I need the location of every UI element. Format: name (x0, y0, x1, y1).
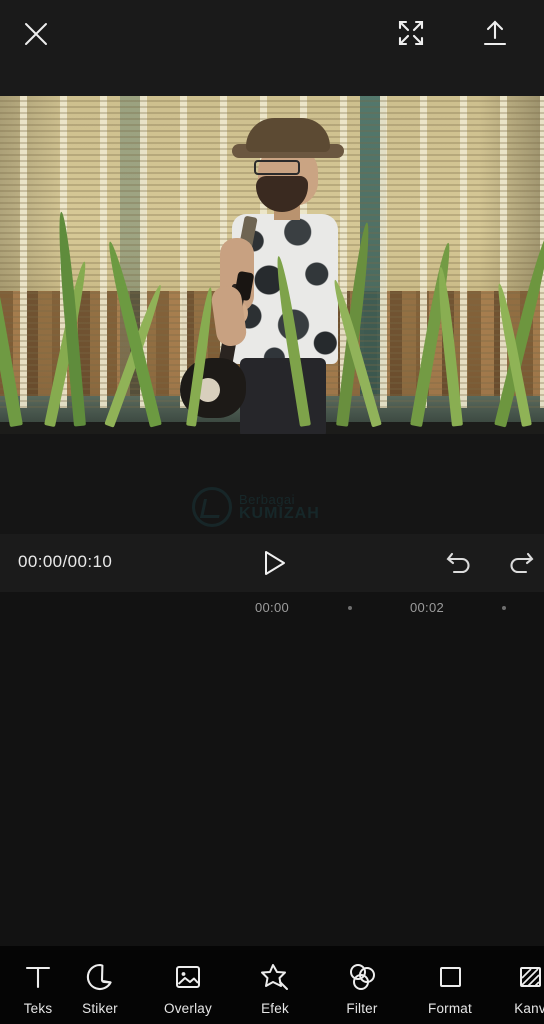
watermark-logo-icon (192, 487, 232, 527)
time-display: 00:00/00:10 (18, 552, 113, 571)
tool-label: Format (428, 1001, 472, 1016)
text-icon (23, 960, 53, 994)
transport-bar: 00:00/00:10 (0, 534, 544, 592)
watermark-line2: KUMIZAH (239, 504, 320, 522)
tool-label: Filter (346, 1001, 378, 1016)
close-icon[interactable] (16, 14, 56, 54)
ruler-tick-0: 00:00 (254, 600, 290, 615)
tool-label: Overlay (164, 1001, 212, 1016)
tool-kanvas[interactable]: Kanv (486, 960, 544, 1016)
watermark-line1: Berbagai (239, 491, 296, 507)
undo-icon[interactable] (440, 546, 478, 580)
tool-stiker[interactable]: Stiker (56, 960, 144, 1016)
timeline: Bisukan audio klip Sampul (0, 624, 544, 946)
export-upload-icon[interactable] (474, 12, 516, 54)
ruler-dot-1 (348, 606, 352, 610)
tool-label: Stiker (82, 1001, 118, 1016)
watermark: Berbagai KUMIZAH (192, 486, 368, 528)
overlay-icon (173, 960, 203, 994)
sticker-icon (85, 960, 115, 994)
filter-circles-icon (346, 960, 378, 994)
play-icon[interactable] (256, 546, 292, 580)
redo-icon[interactable] (502, 546, 540, 580)
effects-star-icon (259, 960, 291, 994)
tool-label: Kanv (514, 1001, 544, 1016)
format-square-icon (435, 960, 465, 994)
canvas-hatched-icon (515, 960, 544, 994)
tool-label: Efek (261, 1001, 289, 1016)
tool-overlay[interactable]: Overlay (144, 960, 232, 1016)
ruler-tick-2: 00:02 (409, 600, 445, 615)
fullscreen-expand-icon[interactable] (390, 12, 432, 54)
tool-format[interactable]: Format (406, 960, 494, 1016)
tool-label: Teks (23, 1001, 53, 1016)
tool-efek[interactable]: Efek (231, 960, 319, 1016)
bottom-toolbar: Teks Stiker Overlay Efek Filter Format K… (0, 946, 544, 1024)
video-editor-screen: Berbagai KUMIZAH 00:00/00:10 00:00 00:02… (0, 0, 544, 1024)
top-bar (0, 0, 544, 96)
tool-filter[interactable]: Filter (318, 960, 406, 1016)
ruler-dot-3 (502, 606, 506, 610)
timeline-ruler[interactable]: 00:00 00:02 (0, 592, 544, 624)
video-preview[interactable] (0, 96, 544, 434)
